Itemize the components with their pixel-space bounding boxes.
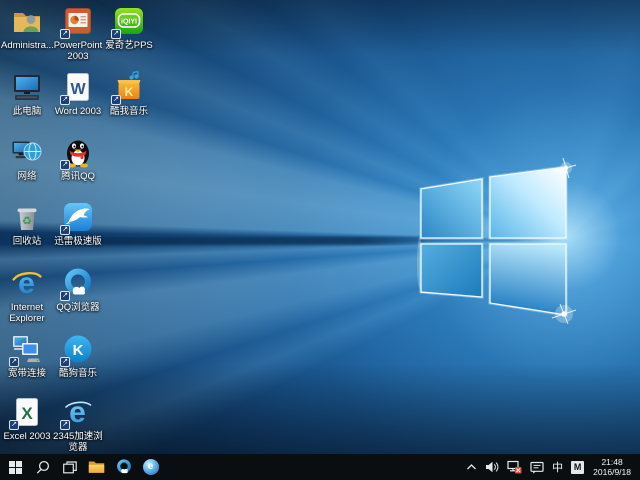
icon-label: Administra... <box>1 40 53 51</box>
shortcut-arrow-icon <box>60 291 70 301</box>
recycle-bin-icon: ♻ <box>10 200 44 234</box>
user-folder-icon <box>10 4 44 38</box>
shortcut-arrow-icon <box>60 95 70 105</box>
desktop-icon-qq-browser[interactable]: QQ浏览器 <box>52 266 104 313</box>
icon-label: Internet Explorer <box>1 302 53 324</box>
clock-date: 2016/9/18 <box>593 467 631 477</box>
svg-text:K: K <box>125 85 134 99</box>
desktop-icon-kugou[interactable]: K 酷狗音乐 <box>52 332 104 379</box>
ime-mode-text: M <box>571 461 584 474</box>
icon-label: 酷我音乐 <box>103 106 155 117</box>
icon-label: 迅雷极速版 <box>52 236 104 247</box>
shortcut-arrow-icon <box>60 357 70 367</box>
task-view-icon <box>63 461 77 474</box>
desktop-icon-this-pc[interactable]: 此电脑 <box>1 70 53 117</box>
icon-label: 腾讯QQ <box>52 171 104 182</box>
desktop-icon-word-2003[interactable]: W Word 2003 <box>52 70 104 117</box>
taskbar-tray: 中 M 21:48 2016/9/18 <box>463 454 640 480</box>
search-icon <box>36 460 50 474</box>
clock-time: 21:48 <box>593 457 631 467</box>
volume-button[interactable] <box>482 454 502 480</box>
2345-sphere-icon <box>143 459 159 475</box>
icon-label: 爱奇艺PPS <box>103 40 155 51</box>
shortcut-arrow-icon <box>60 29 70 39</box>
desktop-icon-2345-browser[interactable]: e 2345加速浏览器 <box>52 395 104 453</box>
taskbar-left <box>0 454 164 480</box>
file-explorer-icon <box>88 460 105 474</box>
shortcut-arrow-icon <box>111 29 121 39</box>
desktop-icon-iqiyi-pps[interactable]: iQIYI 爱奇艺PPS <box>103 4 155 51</box>
speaker-icon <box>485 461 499 473</box>
icon-label: Word 2003 <box>52 106 104 117</box>
icon-label: 此电脑 <box>1 106 53 117</box>
windows-logo-icon <box>9 461 22 474</box>
icon-label: 网络 <box>1 171 53 182</box>
icon-label: 宽带连接 <box>1 368 53 379</box>
desktop-icon-powerpoint-2003[interactable]: PowerPoint 2003 <box>52 4 104 62</box>
icon-label: Excel 2003 <box>1 431 53 442</box>
icon-label: 回收站 <box>1 236 53 247</box>
desktop-icon-kuwo[interactable]: K 酷我音乐 <box>103 70 155 117</box>
icon-label: PowerPoint 2003 <box>52 40 104 62</box>
qq-browser-taskbar-button[interactable] <box>110 454 137 480</box>
qq-browser-icon <box>115 458 133 476</box>
this-pc-icon <box>10 70 44 104</box>
ime-lang-text: 中 <box>552 459 563 475</box>
action-center-icon <box>530 461 544 474</box>
2345-browser-taskbar-button[interactable] <box>137 454 164 480</box>
icon-label: QQ浏览器 <box>52 302 104 313</box>
shortcut-arrow-icon <box>60 160 70 170</box>
svg-text:X: X <box>21 404 33 423</box>
shortcut-arrow-icon <box>60 420 70 430</box>
network-status-button[interactable] <box>504 454 525 480</box>
desktop-icon-excel-2003[interactable]: X Excel 2003 <box>1 395 53 442</box>
task-view-button[interactable] <box>56 454 83 480</box>
svg-text:e: e <box>18 267 35 300</box>
start-button[interactable] <box>2 454 29 480</box>
desktop-icon-internet-explorer[interactable]: e Internet Explorer <box>1 266 53 324</box>
desktop-icon-broadband[interactable]: 宽带连接 <box>1 332 53 379</box>
desktop-icon-administrator[interactable]: Administra... <box>1 4 53 51</box>
svg-text:iQIYI: iQIYI <box>121 19 137 26</box>
svg-text:K: K <box>73 342 84 359</box>
action-center-button[interactable] <box>527 454 547 480</box>
network-icon <box>10 135 44 169</box>
desktop-icon-tencent-qq[interactable]: 腾讯QQ <box>52 135 104 182</box>
network-error-icon <box>507 460 522 474</box>
icon-label: 2345加速浏览器 <box>52 431 104 453</box>
ime-language-indicator[interactable]: 中 <box>549 454 566 480</box>
windows-logo <box>408 140 584 330</box>
svg-text:W: W <box>70 81 86 98</box>
svg-text:e: e <box>69 396 86 429</box>
desktop-icon-recycle-bin[interactable]: ♻ 回收站 <box>1 200 53 247</box>
ime-mode-indicator[interactable]: M <box>568 454 587 480</box>
shortcut-arrow-icon <box>9 420 19 430</box>
desktop-icon-network[interactable]: 网络 <box>1 135 53 182</box>
shortcut-arrow-icon <box>111 95 121 105</box>
chevron-up-icon <box>466 463 477 471</box>
desktop-icon-xunlei[interactable]: 迅雷极速版 <box>52 200 104 247</box>
search-button[interactable] <box>29 454 56 480</box>
svg-text:♻: ♻ <box>22 216 32 228</box>
taskbar-clock[interactable]: 21:48 2016/9/18 <box>589 457 635 477</box>
icon-label: 酷狗音乐 <box>52 368 104 379</box>
windows-desktop-screen: Administra... 此电脑 <box>0 0 640 480</box>
taskbar: 中 M 21:48 2016/9/18 <box>0 454 640 480</box>
internet-explorer-icon: e <box>10 266 44 300</box>
desktop-wallpaper: Administra... 此电脑 <box>0 0 640 454</box>
shortcut-arrow-icon <box>60 225 70 235</box>
tray-expand-button[interactable] <box>463 454 480 480</box>
shortcut-arrow-icon <box>9 357 19 367</box>
file-explorer-button[interactable] <box>83 454 110 480</box>
